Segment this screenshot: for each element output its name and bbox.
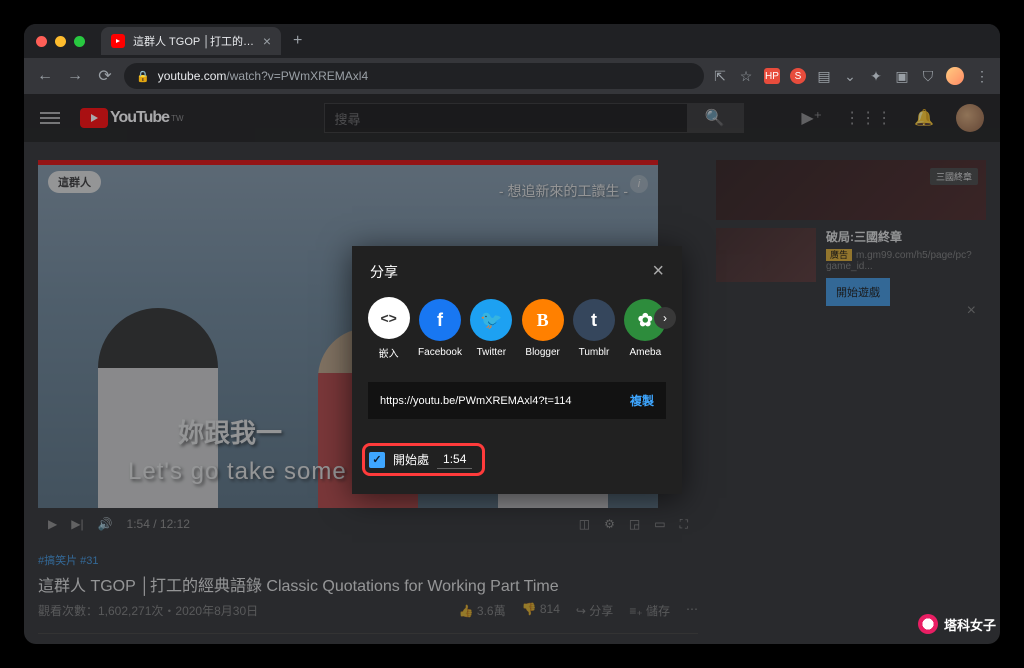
- hamburger-icon[interactable]: [40, 117, 60, 119]
- menu-icon[interactable]: ⋮: [974, 68, 990, 84]
- volume-icon[interactable]: 🔊: [98, 517, 113, 531]
- site-watermark: 塔科女子: [918, 614, 996, 634]
- video-title: 這群人 TGOP │打工的經典語錄 Classic Quotations for…: [38, 572, 698, 596]
- captions-icon[interactable]: ◫: [579, 517, 590, 531]
- next-icon[interactable]: ▶|: [71, 517, 83, 531]
- subtitle-native: 妳跟我一: [178, 413, 282, 450]
- extension-icon[interactable]: HP: [764, 68, 780, 84]
- browser-tab[interactable]: 這群人 TGOP │打工的經典語錄 C ×: [101, 27, 281, 55]
- profile-avatar-icon[interactable]: [946, 67, 964, 85]
- browser-titlebar: 這群人 TGOP │打工的經典語錄 C × +: [24, 24, 1000, 58]
- extensions-icon[interactable]: ✦: [868, 68, 884, 84]
- youtube-favicon-icon: [111, 34, 125, 48]
- twitter-icon: 🐦: [470, 299, 512, 341]
- cast-icon[interactable]: ▣: [894, 68, 910, 84]
- window-minimize-icon[interactable]: [55, 36, 66, 47]
- search-bar[interactable]: 搜尋 🔍: [324, 103, 744, 133]
- fullscreen-icon[interactable]: ⛶: [680, 517, 688, 532]
- browser-toolbar: ← → ⟳ 🔒 youtube.com/watch?v=PWmXREMAxl4 …: [24, 58, 1000, 94]
- youtube-header: YouTube TW 搜尋 🔍 ▶⁺ ⋮⋮⋮ 🔔: [24, 94, 1000, 142]
- lock-icon: 🔒: [136, 70, 150, 83]
- create-icon[interactable]: ▶⁺: [801, 108, 822, 128]
- share-target-blogger[interactable]: BBlogger: [520, 299, 565, 358]
- address-bar[interactable]: 🔒 youtube.com/watch?v=PWmXREMAxl4: [124, 63, 704, 89]
- close-icon[interactable]: ×: [652, 260, 664, 283]
- back-icon[interactable]: ←: [34, 67, 56, 85]
- like-button[interactable]: 👍 3.6萬: [459, 602, 506, 619]
- time-display: 1:54 / 12:12: [127, 517, 190, 531]
- tumblr-icon: t: [573, 299, 615, 341]
- window-close-icon[interactable]: [36, 36, 47, 47]
- url-path: /watch?v=PWmXREMAxl4: [226, 69, 368, 83]
- ad-title[interactable]: 破局:三國終章: [826, 228, 986, 245]
- new-tab-button[interactable]: +: [293, 32, 302, 50]
- extension-icon[interactable]: S: [790, 68, 806, 84]
- reader-icon[interactable]: ▤: [816, 68, 832, 84]
- start-at-label: 開始處: [393, 451, 429, 468]
- youtube-play-icon: [80, 108, 108, 128]
- settings-icon[interactable]: ⚙: [604, 517, 615, 531]
- watermark-icon: [918, 614, 938, 634]
- search-input[interactable]: 搜尋: [325, 104, 687, 132]
- share-target-嵌入[interactable]: <>嵌入: [366, 297, 411, 360]
- star-icon[interactable]: ☆: [738, 68, 754, 84]
- reload-icon[interactable]: ⟳: [94, 66, 116, 86]
- 嵌入-icon: <>: [368, 297, 410, 339]
- copy-button[interactable]: 複製: [630, 392, 654, 409]
- share-dialog: 分享 × <>嵌入fFacebook🐦TwitterBBloggertTumbl…: [352, 246, 682, 494]
- url-domain: youtube.com: [158, 69, 227, 83]
- share-target-twitter[interactable]: 🐦Twitter: [469, 299, 514, 358]
- play-icon[interactable]: ▶: [48, 517, 57, 531]
- video-watermark: 這群人: [48, 171, 101, 193]
- more-icon[interactable]: ⋯: [686, 602, 698, 619]
- apps-icon[interactable]: ⋮⋮⋮: [844, 108, 892, 128]
- share-targets-row: <>嵌入fFacebook🐦TwitterBBloggertTumblr✿Ame…: [352, 293, 682, 370]
- blogger-icon: B: [522, 299, 564, 341]
- chevron-right-icon[interactable]: ›: [654, 307, 676, 329]
- save-button[interactable]: ≡₊ 儲存: [629, 602, 670, 619]
- ad-close-icon[interactable]: ×: [967, 302, 976, 320]
- tab-title: 這群人 TGOP │打工的經典語錄 C: [133, 33, 255, 49]
- share-target-tumblr[interactable]: tTumblr: [571, 299, 616, 358]
- info-icon[interactable]: i: [630, 175, 648, 193]
- notifications-icon[interactable]: 🔔: [914, 108, 934, 128]
- pocket-icon[interactable]: ⌄: [842, 68, 858, 84]
- start-at-highlight: ✓ 開始處 1:54: [362, 443, 485, 476]
- ad-url: 廣告m.gm99.com/h5/page/pc?game_id...: [826, 248, 986, 272]
- share-dialog-title: 分享: [370, 262, 398, 282]
- search-button[interactable]: 🔍: [687, 104, 743, 132]
- ad-corner-label: 三國終章: [930, 168, 978, 185]
- tab-close-icon[interactable]: ×: [263, 33, 271, 49]
- share-icon[interactable]: ⇱: [712, 68, 728, 84]
- facebook-icon: f: [419, 299, 461, 341]
- start-at-checkbox[interactable]: ✓: [369, 452, 385, 468]
- video-overlay-text: - 想追新來的工讀生 -: [499, 181, 628, 201]
- window-maximize-icon[interactable]: [74, 36, 85, 47]
- view-count: 觀看次數：1,602,271次・2020年8月30日: [38, 602, 459, 619]
- hashtags[interactable]: #搞笑片 #31: [38, 552, 698, 568]
- miniplayer-icon[interactable]: ◲: [629, 517, 640, 531]
- ad-cta-button[interactable]: 開始遊戲: [826, 278, 890, 306]
- player-controls: ▶ ▶| 🔊 1:54 / 12:12 ◫ ⚙ ◲ ▭ ⛶: [38, 508, 698, 540]
- forward-icon[interactable]: →: [64, 67, 86, 85]
- dislike-button[interactable]: 👎 814: [522, 602, 560, 619]
- share-url[interactable]: https://youtu.be/PWmXREMAxl4?t=114: [380, 395, 630, 407]
- youtube-logo[interactable]: YouTube TW: [80, 108, 184, 128]
- user-avatar-icon[interactable]: [956, 104, 984, 132]
- start-at-time-input[interactable]: 1:54: [437, 450, 472, 469]
- ad-thumbnail[interactable]: [716, 228, 816, 282]
- share-url-box: https://youtu.be/PWmXREMAxl4?t=114 複製: [368, 382, 666, 419]
- theater-icon[interactable]: ▭: [654, 517, 665, 531]
- ad-banner[interactable]: 三國終章: [716, 160, 986, 220]
- shield-icon[interactable]: ⛉: [920, 68, 936, 84]
- share-target-facebook[interactable]: fFacebook: [417, 299, 462, 358]
- share-button[interactable]: ↪ 分享: [576, 602, 613, 619]
